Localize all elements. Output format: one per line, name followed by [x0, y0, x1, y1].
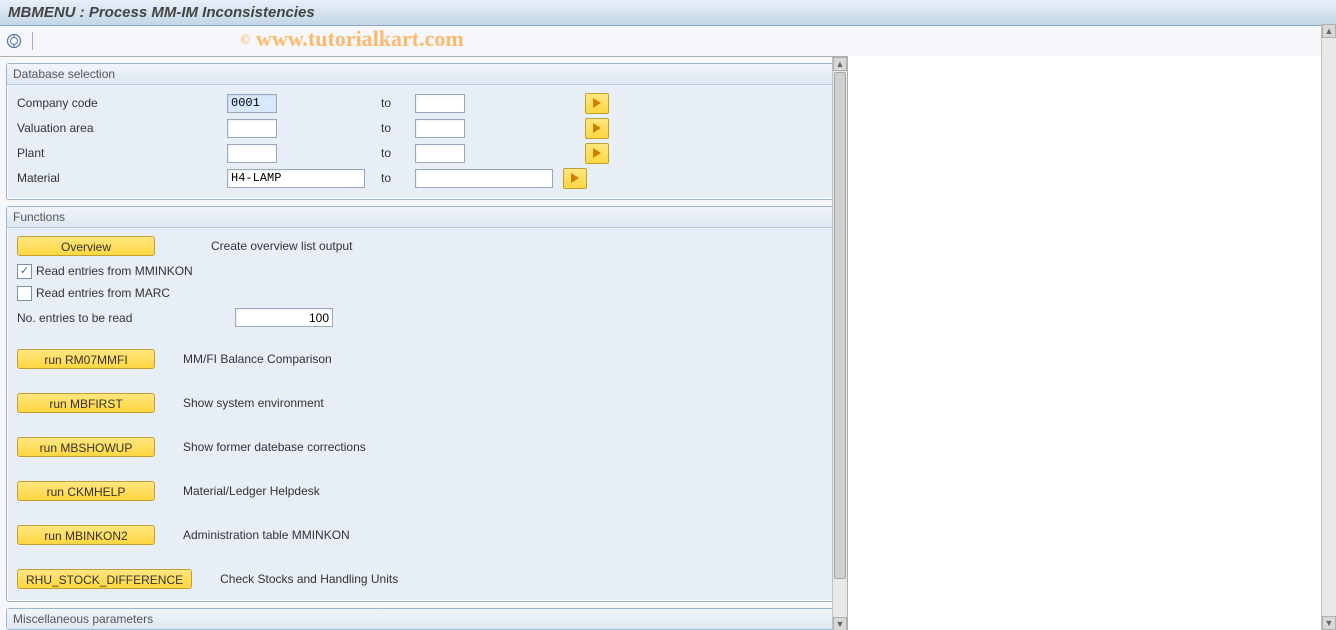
panel-header-db: Database selection [7, 64, 835, 85]
to-label: to [381, 96, 411, 110]
label-entries: No. entries to be read [17, 311, 223, 325]
scroll-down-icon[interactable]: ▼ [833, 617, 847, 630]
functions-panel: Functions Overview Create overview list … [6, 206, 836, 602]
desc-mbinkon2: Administration table MMINKON [183, 528, 350, 542]
application-toolbar: © www.tutorialkart.com [0, 26, 1336, 57]
row-plant: Plant to [13, 141, 831, 165]
row-entries: No. entries to be read [17, 308, 831, 327]
func-row-0: run RM07MMFI MM/FI Balance Comparison [17, 349, 831, 369]
page-title: MBMENU : Process MM-IM Inconsistencies [0, 0, 1336, 26]
row-company-code: Company code to [13, 91, 831, 115]
rhu-stock-diff-button[interactable]: RHU_STOCK_DIFFERENCE [17, 569, 192, 589]
row-chk-marc: Read entries from MARC [17, 282, 831, 304]
execute-icon[interactable] [6, 33, 22, 49]
to-label: to [381, 171, 411, 185]
scroll-up-icon[interactable]: ▲ [833, 57, 847, 71]
scroll-up-icon[interactable]: ▲ [1322, 24, 1336, 38]
to-label: to [381, 146, 411, 160]
func-row-2: run MBSHOWUP Show former datebase correc… [17, 437, 831, 457]
label-valuation-area: Valuation area [13, 121, 227, 135]
desc-rm07mmfi: MM/FI Balance Comparison [183, 352, 332, 366]
func-row-4: run MBINKON2 Administration table MMINKO… [17, 525, 831, 545]
checkbox-marc[interactable] [17, 286, 32, 301]
database-selection-panel: Database selection Company code to Valua… [6, 63, 836, 200]
func-row-1: run MBFIRST Show system environment [17, 393, 831, 413]
input-entries[interactable] [235, 308, 333, 327]
watermark: © www.tutorialkart.com [240, 26, 464, 52]
desc-mbshowup: Show former datebase corrections [183, 440, 366, 454]
inner-scrollbar[interactable]: ▲ ▼ [832, 57, 847, 630]
label-plant: Plant [13, 146, 227, 160]
misc-params-panel: Miscellaneous parameters [6, 608, 836, 630]
checkbox-mminkon[interactable] [17, 264, 32, 279]
desc-mbfirst: Show system environment [183, 396, 324, 410]
multi-select-company-code[interactable] [585, 93, 609, 114]
func-row-5: RHU_STOCK_DIFFERENCE Check Stocks and Ha… [17, 569, 831, 589]
label-chk-mminkon: Read entries from MMINKON [36, 264, 193, 278]
window-scrollbar[interactable]: ▲ ▼ [1321, 24, 1336, 630]
func-row-3: run CKMHELP Material/Ledger Helpdesk [17, 481, 831, 501]
scroll-thumb[interactable] [834, 72, 846, 579]
run-mbfirst-button[interactable]: run MBFIRST [17, 393, 155, 413]
panel-header-functions: Functions [7, 207, 835, 228]
input-company-code-to[interactable] [415, 94, 465, 113]
label-company-code: Company code [13, 96, 227, 110]
desc-rhu: Check Stocks and Handling Units [188, 572, 398, 586]
input-valuation-to[interactable] [415, 119, 465, 138]
input-material-from[interactable] [227, 169, 365, 188]
run-ckmhelp-button[interactable]: run CKMHELP [17, 481, 155, 501]
input-company-code-from[interactable] [227, 94, 277, 113]
input-plant-to[interactable] [415, 144, 465, 163]
label-chk-marc: Read entries from MARC [36, 286, 170, 300]
empty-right-area [848, 56, 1322, 630]
row-material: Material to [13, 166, 831, 190]
row-valuation-area: Valuation area to [13, 116, 831, 140]
label-material: Material [13, 171, 227, 185]
overview-desc: Create overview list output [211, 239, 352, 253]
run-mbshowup-button[interactable]: run MBSHOWUP [17, 437, 155, 457]
panel-header-misc: Miscellaneous parameters [7, 609, 835, 629]
multi-select-material[interactable] [563, 168, 587, 189]
overview-button[interactable]: Overview [17, 236, 155, 256]
multi-select-valuation[interactable] [585, 118, 609, 139]
input-valuation-from[interactable] [227, 119, 277, 138]
scroll-down-icon[interactable]: ▼ [1322, 616, 1336, 630]
multi-select-plant[interactable] [585, 143, 609, 164]
desc-ckmhelp: Material/Ledger Helpdesk [183, 484, 320, 498]
toolbar-divider [32, 32, 33, 50]
input-plant-from[interactable] [227, 144, 277, 163]
row-chk-mminkon: Read entries from MMINKON [17, 260, 831, 282]
run-mbinkon2-button[interactable]: run MBINKON2 [17, 525, 155, 545]
to-label: to [381, 121, 411, 135]
overview-row: Overview Create overview list output [17, 236, 831, 256]
run-rm07mmfi-button[interactable]: run RM07MMFI [17, 349, 155, 369]
input-material-to[interactable] [415, 169, 553, 188]
